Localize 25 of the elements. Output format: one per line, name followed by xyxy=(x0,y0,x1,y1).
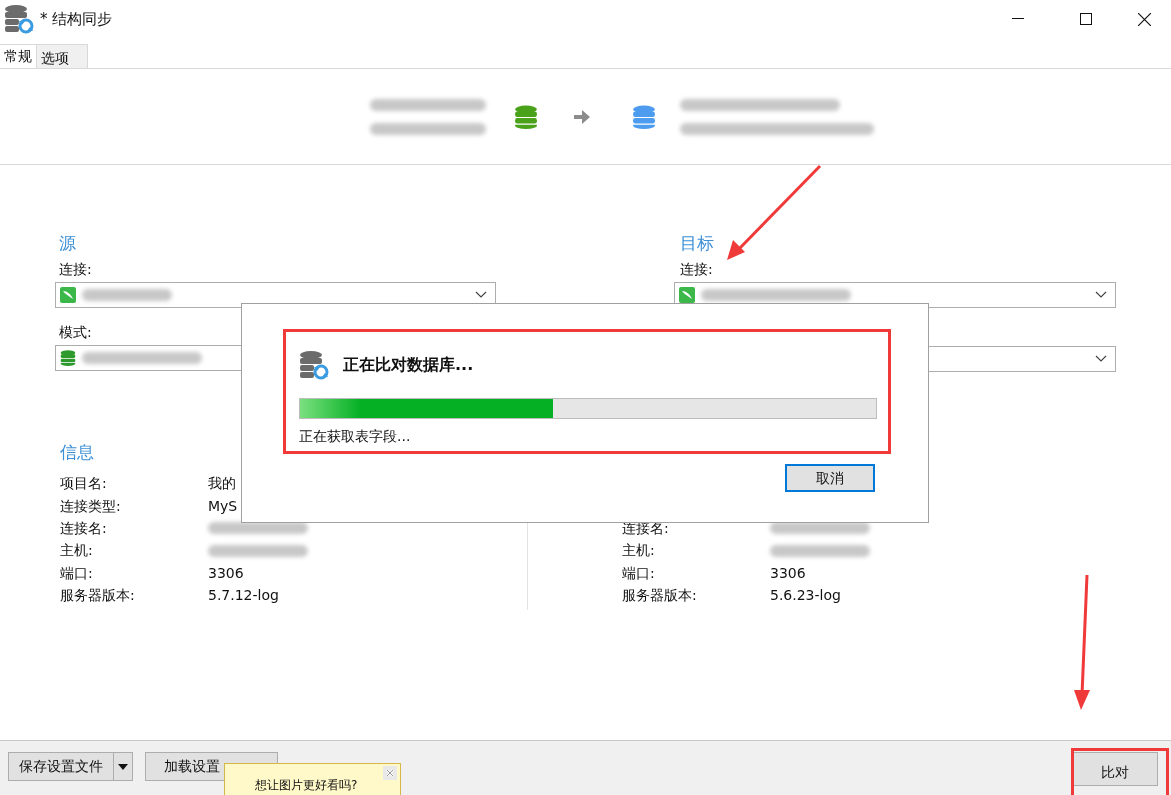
section-heading: 目标 xyxy=(680,232,714,255)
info-label: 端口: xyxy=(622,563,656,583)
info-value: 我的 xyxy=(208,474,236,494)
info-value: 5.6.23-log xyxy=(770,586,841,606)
info-label: 连接名: xyxy=(60,518,108,538)
info-label: 主机: xyxy=(622,541,656,561)
field-label: 连接: xyxy=(59,259,92,279)
section-heading: 信息 xyxy=(60,440,94,464)
info-label: 主机: xyxy=(60,541,94,561)
info-value: MyS xyxy=(208,496,238,516)
info-label: 连接类型: xyxy=(60,496,122,516)
info-value: 5.7.12-log xyxy=(208,586,279,606)
info-label: 服务器版本: xyxy=(60,586,136,606)
info-value: 3306 xyxy=(770,563,806,583)
status-text: 正在获取表字段... xyxy=(299,427,411,446)
info-value: 3306 xyxy=(208,563,244,583)
info-label: 连接名: xyxy=(622,519,670,538)
window-title: * 结构同步 xyxy=(40,8,113,30)
info-label: 项目名: xyxy=(60,474,108,494)
section-heading: 源 xyxy=(59,232,76,255)
info-label: 服务器版本: xyxy=(622,586,698,606)
field-label: 连接: xyxy=(680,259,713,279)
dialog-title: 正在比对数据库... xyxy=(343,354,474,376)
info-label: 端口: xyxy=(60,563,94,583)
field-label: 模式: xyxy=(59,322,92,342)
